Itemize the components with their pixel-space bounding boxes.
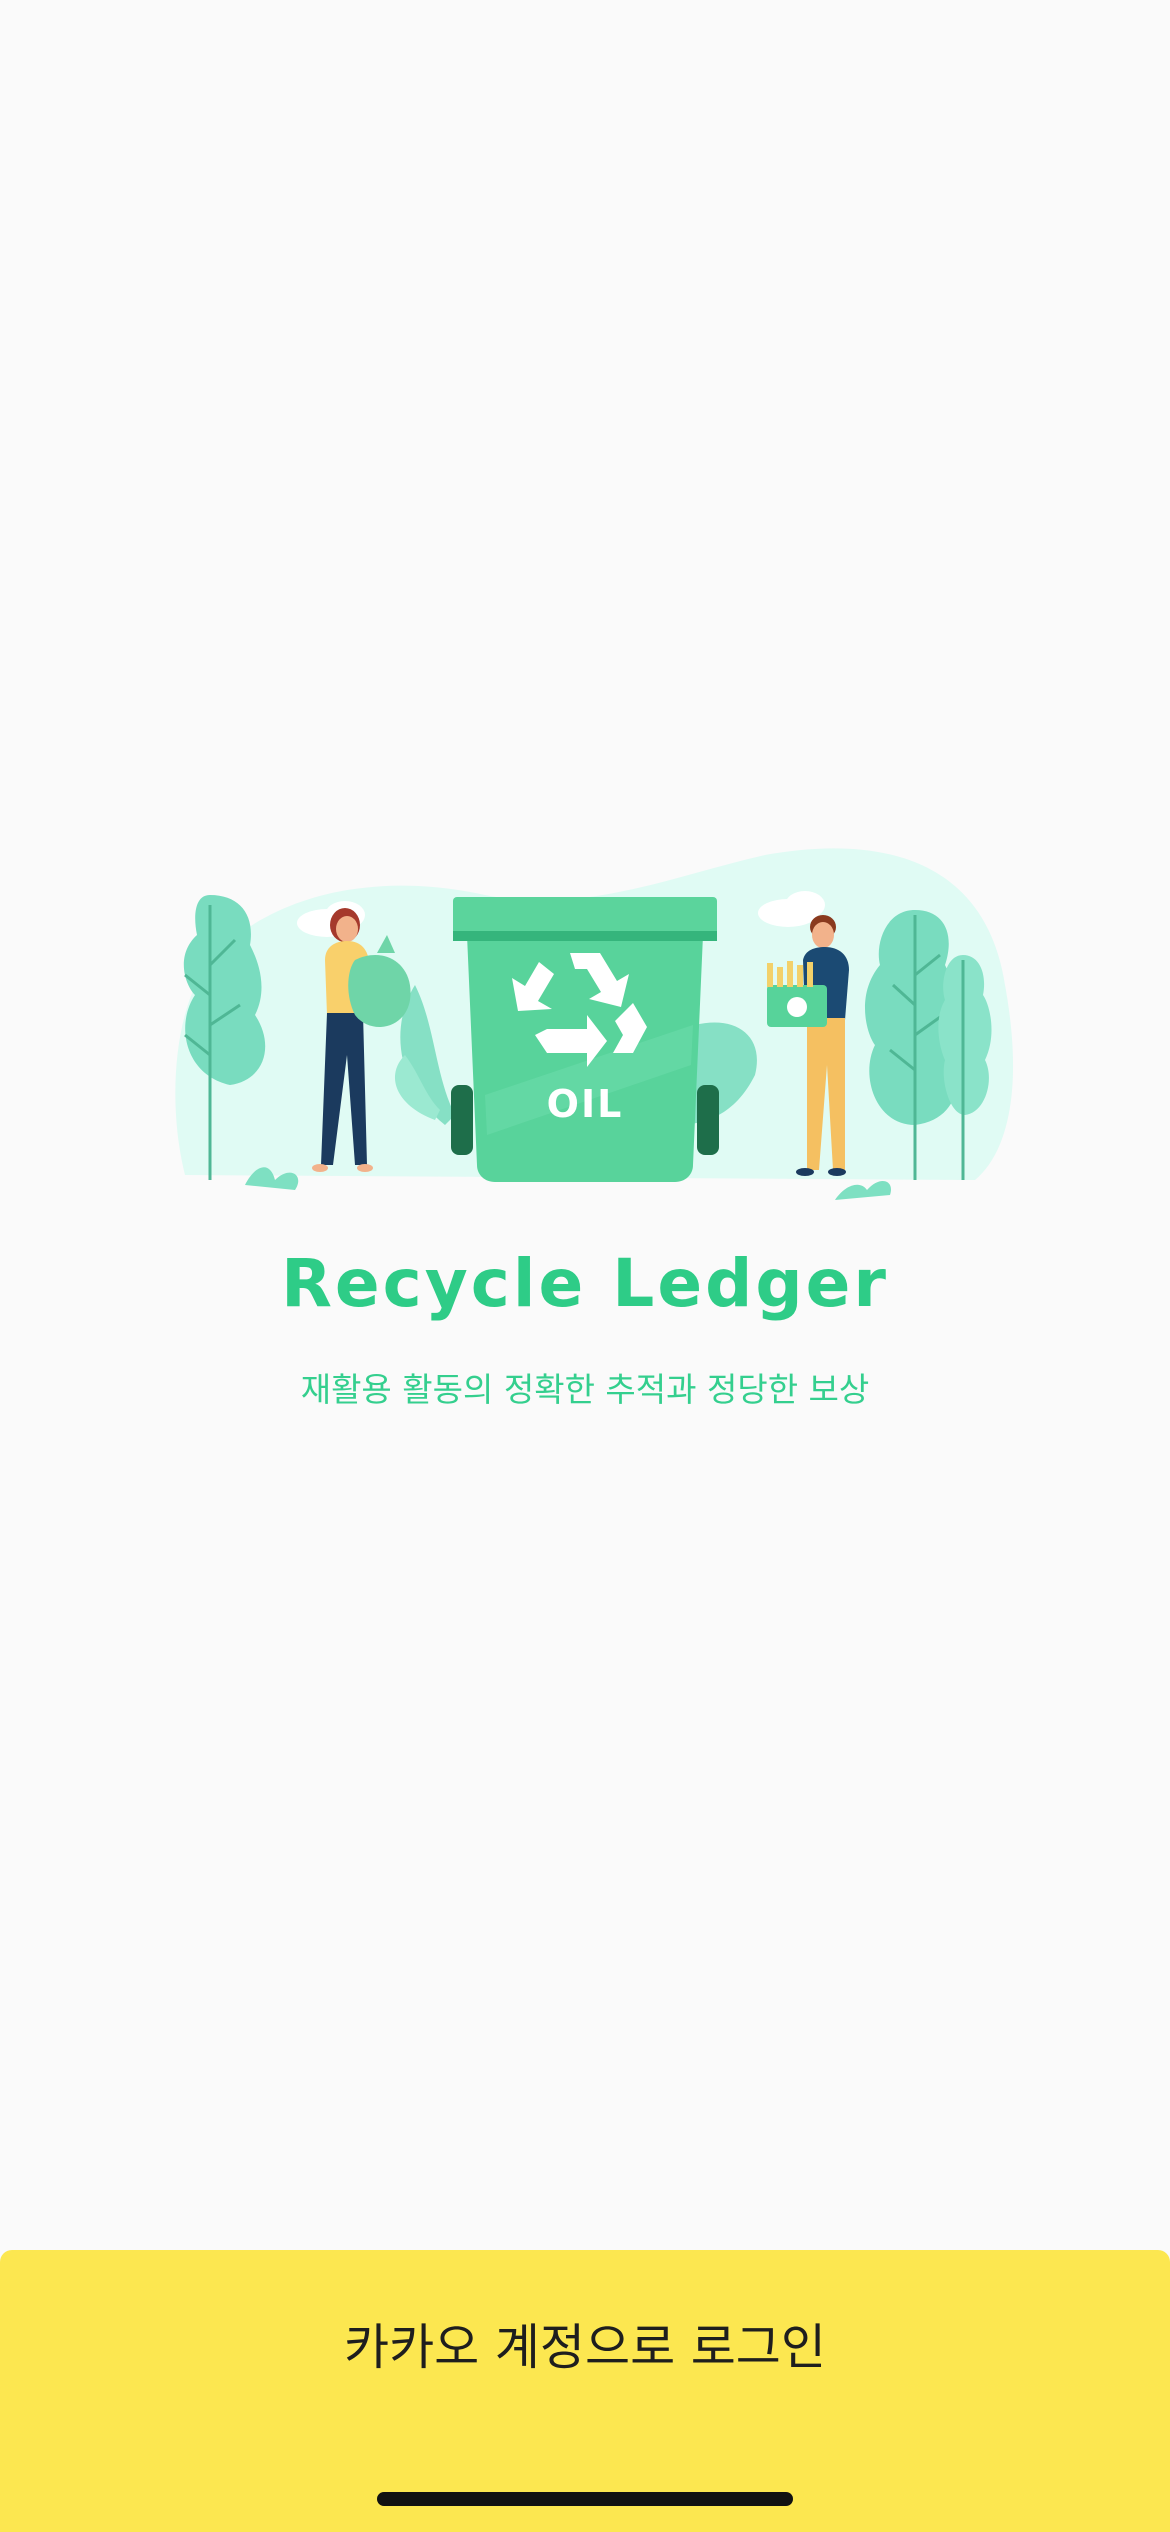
home-indicator: [377, 2492, 793, 2506]
kakao-login-label[interactable]: 카카오 계정으로 로그인: [0, 2308, 1170, 2379]
app-title: Recycle Ledger: [281, 1245, 889, 1322]
kakao-login-button[interactable]: [0, 2250, 1170, 2532]
app-tagline: 재활용 활동의 정확한 추적과 정당한 보상: [300, 1370, 870, 1409]
svg-text:OIL: OIL: [547, 1082, 624, 1126]
hero-illustration: OIL: [155, 835, 1015, 1215]
